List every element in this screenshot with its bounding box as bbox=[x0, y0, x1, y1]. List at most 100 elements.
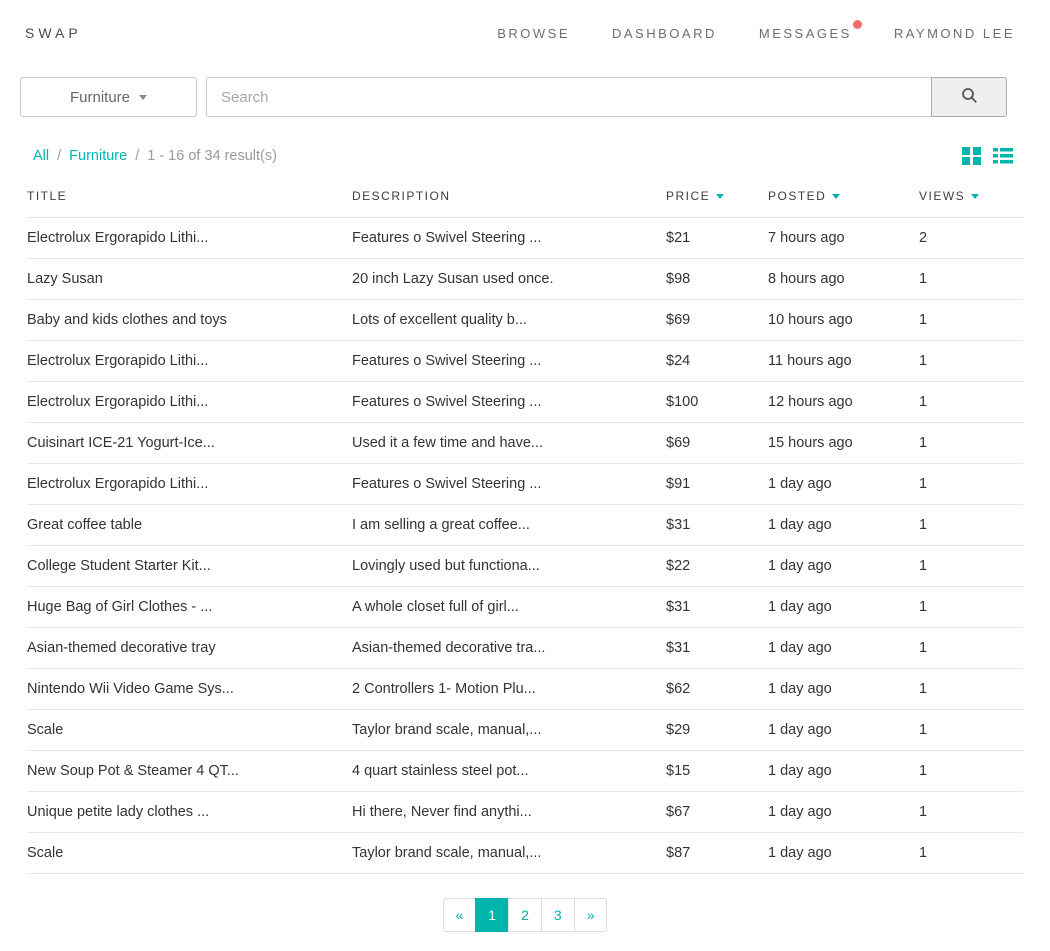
sort-arrow-icon bbox=[832, 194, 841, 199]
category-dropdown-value: Furniture bbox=[69, 88, 131, 106]
listing-views: 1 bbox=[919, 627, 1023, 669]
view-toggles bbox=[962, 147, 1013, 165]
listing-title: Electrolux Ergorapido Lithi... bbox=[27, 217, 352, 259]
listing-price: $21 bbox=[666, 217, 768, 259]
listing-title: Unique petite lady clothes ... bbox=[27, 791, 352, 833]
table-row[interactable]: Lazy Susan 20 inch Lazy Susan used once.… bbox=[27, 258, 1023, 300]
table-row[interactable]: Cuisinart ICE-21 Yogurt-Ice... Used it a… bbox=[27, 422, 1023, 464]
listing-title: Baby and kids clothes and toys bbox=[27, 299, 352, 341]
pagination-page-3[interactable]: 3 bbox=[540, 898, 575, 932]
listing-posted: 1 day ago bbox=[768, 791, 919, 833]
listing-price: $87 bbox=[666, 832, 768, 874]
pagination-page-1[interactable]: 1 bbox=[475, 898, 510, 932]
listing-price: $24 bbox=[666, 340, 768, 382]
column-header-description: DESCRIPTION bbox=[352, 181, 666, 218]
listing-description: Asian-themed decorative tra... bbox=[352, 627, 666, 669]
listing-views: 1 bbox=[919, 668, 1023, 710]
listing-price: $98 bbox=[666, 258, 768, 300]
table-row[interactable]: Huge Bag of Girl Clothes - ... A whole c… bbox=[27, 586, 1023, 628]
listing-posted: 1 day ago bbox=[768, 504, 919, 546]
column-header-price[interactable]: PRICE bbox=[666, 181, 768, 218]
table-row[interactable]: Unique petite lady clothes ... Hi there,… bbox=[27, 791, 1023, 833]
column-header-posted[interactable]: POSTED bbox=[768, 181, 919, 218]
listing-views: 1 bbox=[919, 258, 1023, 300]
column-header-views[interactable]: VIEWS bbox=[919, 181, 1023, 218]
listing-price: $62 bbox=[666, 668, 768, 710]
sort-arrow-icon bbox=[716, 194, 725, 199]
notification-dot bbox=[852, 19, 862, 29]
listing-views: 1 bbox=[919, 463, 1023, 505]
main-nav: BROWSE DASHBOARD MESSAGES RAYMOND LEE bbox=[497, 19, 1015, 41]
listing-posted: 7 hours ago bbox=[768, 217, 919, 259]
top-bar: SWAP BROWSE DASHBOARD MESSAGES RAYMOND L… bbox=[0, 0, 1050, 59]
table-row[interactable]: Baby and kids clothes and toys Lots of e… bbox=[27, 299, 1023, 341]
column-header-title: TITLE bbox=[27, 181, 352, 218]
listing-description: Lots of excellent quality b... bbox=[352, 299, 666, 341]
listing-title: Scale bbox=[27, 709, 352, 751]
search-button[interactable] bbox=[931, 77, 1007, 117]
listing-description: Lovingly used but functiona... bbox=[352, 545, 666, 587]
listing-views: 1 bbox=[919, 791, 1023, 833]
results-bar: All / Furniture / 1 - 16 of 34 result(s) bbox=[0, 147, 1050, 165]
listing-description: Hi there, Never find anythi... bbox=[352, 791, 666, 833]
listing-description: Used it a few time and have... bbox=[352, 422, 666, 464]
brand-logo[interactable]: SWAP bbox=[25, 25, 82, 41]
breadcrumb-furniture[interactable]: Furniture bbox=[69, 148, 127, 164]
listing-title: Electrolux Ergorapido Lithi... bbox=[27, 463, 352, 505]
listing-price: $100 bbox=[666, 381, 768, 423]
table-row[interactable]: Scale Taylor brand scale, manual,... $87… bbox=[27, 832, 1023, 874]
breadcrumb-separator: / bbox=[135, 148, 140, 164]
listing-price: $31 bbox=[666, 627, 768, 669]
listing-posted: 1 day ago bbox=[768, 750, 919, 792]
breadcrumb: All / Furniture / 1 - 16 of 34 result(s) bbox=[33, 148, 277, 164]
grid-view-icon[interactable] bbox=[962, 147, 981, 165]
nav-messages[interactable]: MESSAGES bbox=[759, 19, 862, 41]
table-row[interactable]: Electrolux Ergorapido Lithi... Features … bbox=[27, 463, 1023, 505]
nav-browse[interactable]: BROWSE bbox=[497, 26, 570, 41]
listing-posted: 1 day ago bbox=[768, 627, 919, 669]
listing-views: 1 bbox=[919, 750, 1023, 792]
listing-price: $67 bbox=[666, 791, 768, 833]
pagination-prev[interactable]: « bbox=[442, 898, 477, 932]
listing-posted: 1 day ago bbox=[768, 668, 919, 710]
listing-price: $29 bbox=[666, 709, 768, 751]
search-icon bbox=[961, 87, 978, 107]
table-row[interactable]: Great coffee table I am selling a great … bbox=[27, 504, 1023, 546]
breadcrumb-all[interactable]: All bbox=[33, 148, 49, 164]
pagination-page-2[interactable]: 2 bbox=[508, 898, 542, 932]
table-row[interactable]: College Student Starter Kit... Lovingly … bbox=[27, 545, 1023, 587]
listing-price: $22 bbox=[666, 545, 768, 587]
pagination-next[interactable]: » bbox=[573, 898, 608, 932]
category-dropdown[interactable]: Furniture bbox=[20, 77, 197, 117]
listing-description: 20 inch Lazy Susan used once. bbox=[352, 258, 666, 300]
listing-title: New Soup Pot & Steamer 4 QT... bbox=[27, 750, 352, 792]
table-row[interactable]: New Soup Pot & Steamer 4 QT... 4 quart s… bbox=[27, 750, 1023, 792]
listing-price: $15 bbox=[666, 750, 768, 792]
listing-posted: 1 day ago bbox=[768, 709, 919, 751]
listing-posted: 15 hours ago bbox=[768, 422, 919, 464]
listing-description: Features o Swivel Steering ... bbox=[352, 463, 666, 505]
table-row[interactable]: Electrolux Ergorapido Lithi... Features … bbox=[27, 381, 1023, 423]
listing-views: 1 bbox=[919, 299, 1023, 341]
listing-description: 2 Controllers 1- Motion Plu... bbox=[352, 668, 666, 710]
nav-dashboard[interactable]: DASHBOARD bbox=[612, 26, 717, 41]
listing-views: 1 bbox=[919, 709, 1023, 751]
listing-description: 4 quart stainless steel pot... bbox=[352, 750, 666, 792]
nav-user[interactable]: RAYMOND LEE bbox=[894, 26, 1015, 41]
listing-price: $91 bbox=[666, 463, 768, 505]
table-row[interactable]: Electrolux Ergorapido Lithi... Features … bbox=[27, 340, 1023, 382]
table-row[interactable]: Nintendo Wii Video Game Sys... 2 Control… bbox=[27, 668, 1023, 710]
listing-description: Features o Swivel Steering ... bbox=[352, 340, 666, 382]
listing-price: $31 bbox=[666, 586, 768, 628]
listing-views: 2 bbox=[919, 217, 1023, 259]
table-row[interactable]: Scale Taylor brand scale, manual,... $29… bbox=[27, 709, 1023, 751]
table-row[interactable]: Electrolux Ergorapido Lithi... Features … bbox=[27, 217, 1023, 259]
chevron-down-icon bbox=[139, 94, 148, 100]
listing-posted: 1 day ago bbox=[768, 832, 919, 874]
search-bar: Furniture bbox=[0, 77, 1050, 117]
listing-posted: 11 hours ago bbox=[768, 340, 919, 382]
list-view-icon[interactable] bbox=[993, 147, 1013, 165]
table-row[interactable]: Asian-themed decorative tray Asian-theme… bbox=[27, 627, 1023, 669]
search-input[interactable] bbox=[206, 77, 932, 117]
listing-title: Cuisinart ICE-21 Yogurt-Ice... bbox=[27, 422, 352, 464]
